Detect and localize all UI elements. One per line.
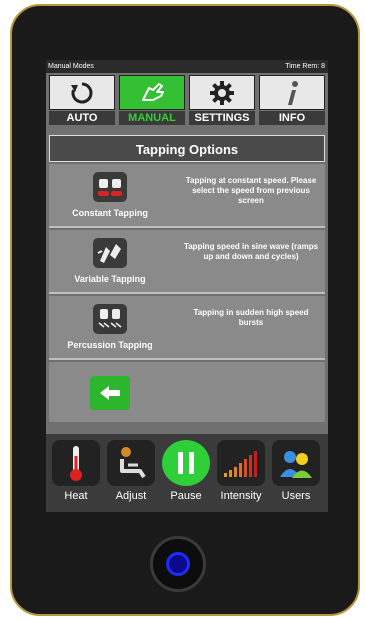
- tab-manual-label: MANUAL: [119, 111, 185, 125]
- intensity-icon: [217, 440, 265, 486]
- heat-label: Heat: [64, 490, 88, 502]
- refresh-icon: [49, 75, 115, 110]
- chair-adjust-icon: [107, 440, 155, 486]
- percussion-tapping-icon: [93, 304, 127, 334]
- users-label: Users: [281, 490, 311, 502]
- touchscreen: Manual Modes Time Rem: 8 AUTO MANUAL SET…: [46, 60, 328, 512]
- info-icon: [259, 75, 325, 110]
- pause-button[interactable]: Pause: [162, 440, 210, 508]
- variable-tapping-icon: [93, 238, 127, 268]
- tab-info-label: INFO: [259, 111, 325, 125]
- mode-label: Manual Modes: [48, 63, 94, 70]
- option-name: Constant Tapping: [72, 208, 148, 218]
- tab-info[interactable]: INFO: [259, 75, 325, 125]
- tab-auto-label: AUTO: [49, 111, 115, 125]
- page-title: Tapping Options: [49, 135, 325, 162]
- back-arrow-icon: [100, 386, 120, 400]
- pause-icon: [162, 440, 210, 486]
- option-percussion-tapping[interactable]: Percussion Tapping Tapping in sudden hig…: [49, 296, 325, 360]
- hand-icon: [119, 75, 185, 110]
- adjust-label: Adjust: [115, 490, 147, 502]
- intensity-button[interactable]: Intensity: [217, 440, 265, 508]
- intensity-label: Intensity: [220, 490, 262, 502]
- tab-bar: AUTO MANUAL SETTINGS INFO: [49, 75, 325, 125]
- back-button[interactable]: [90, 376, 130, 410]
- pause-label: Pause: [170, 490, 202, 502]
- gear-icon: [189, 75, 255, 110]
- bottom-bar: Heat Adjust Pause Intensity Users: [46, 434, 328, 512]
- users-button[interactable]: Users: [272, 440, 320, 508]
- power-indicator-icon: [166, 552, 190, 576]
- heat-button[interactable]: Heat: [52, 440, 100, 508]
- option-variable-tapping[interactable]: Variable Tapping Tapping speed in sine w…: [49, 230, 325, 294]
- tab-settings-label: SETTINGS: [189, 111, 255, 125]
- option-name: Percussion Tapping: [67, 340, 153, 350]
- option-description: Tapping at constant speed. Please select…: [185, 176, 317, 205]
- option-name: Variable Tapping: [74, 274, 146, 284]
- constant-tapping-icon: [93, 172, 127, 202]
- option-constant-tapping[interactable]: Constant Tapping Tapping at constant spe…: [49, 164, 325, 228]
- thermometer-icon: [52, 440, 100, 486]
- tab-auto[interactable]: AUTO: [49, 75, 115, 125]
- tab-manual[interactable]: MANUAL: [119, 75, 185, 125]
- users-icon: [272, 440, 320, 486]
- status-bar: Manual Modes Time Rem: 8: [46, 60, 328, 73]
- option-description: Tapping speed in sine wave (ramps up and…: [183, 242, 319, 261]
- option-description: Tapping in sudden high speed bursts: [193, 308, 309, 327]
- time-remaining: Time Rem: 8: [285, 63, 325, 70]
- home-button[interactable]: [150, 536, 206, 592]
- tab-settings[interactable]: SETTINGS: [189, 75, 255, 125]
- adjust-button[interactable]: Adjust: [107, 440, 155, 508]
